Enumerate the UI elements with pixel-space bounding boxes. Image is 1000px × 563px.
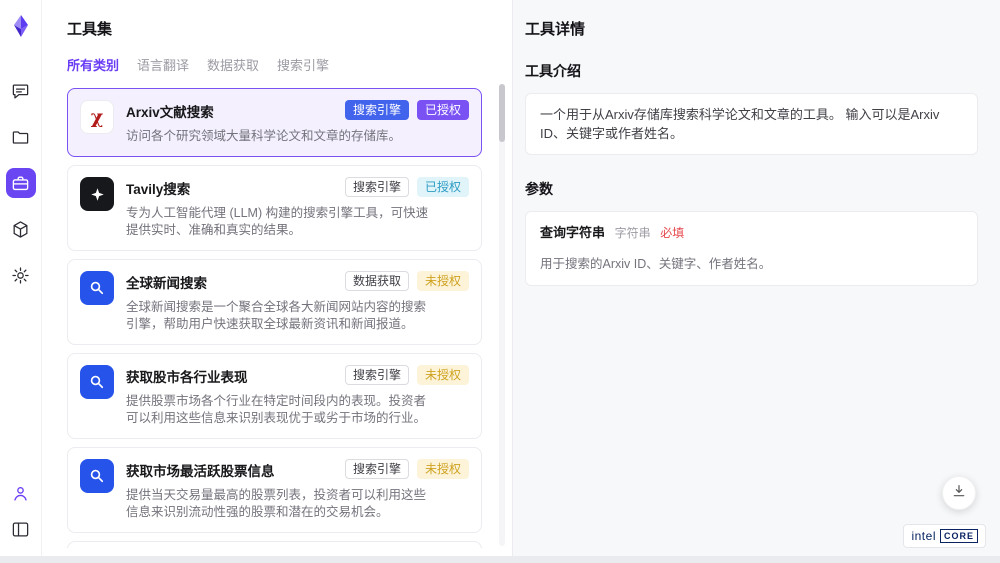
sidebar-item-chat[interactable] xyxy=(6,76,36,106)
arxiv-icon: χ xyxy=(80,100,114,134)
category-badge: 搜索引擎 xyxy=(345,177,409,197)
tool-card[interactable]: Tavily搜索 专为人工智能代理 (LLM) 构建的搜索引擎工具，可快速提供实… xyxy=(67,165,482,251)
category-badge: 搜索引擎 xyxy=(345,459,409,479)
sidebar-item-tools[interactable] xyxy=(6,168,36,198)
sidebar-item-settings[interactable] xyxy=(6,260,36,290)
tool-card-description: 提供当天交易量最高的股票列表，投资者可以利用这些信息来识别流动性强的股票和潜在的… xyxy=(126,487,438,521)
tab-数据获取[interactable]: 数据获取 xyxy=(207,55,259,74)
sidebar-item-collapse[interactable] xyxy=(6,514,36,544)
briefcase-icon xyxy=(11,174,30,193)
tool-card-list: χ Arxiv文献搜索 访问各个研究领域大量科学论文和文章的存储库。 搜索引擎 … xyxy=(67,88,512,548)
download-icon xyxy=(951,483,967,504)
tool-card[interactable]: 全球新闻搜索 全球新闻搜索是一个聚合全球各大新闻网站内容的搜索引擎，帮助用户快速… xyxy=(67,259,482,345)
tab-所有类别[interactable]: 所有类别 xyxy=(67,55,119,74)
params-heading: 参数 xyxy=(525,179,978,199)
auth-status-badge: 已授权 xyxy=(417,100,469,120)
parameter-header: 查询字符串 字符串 必填 xyxy=(540,223,963,243)
tab-语言翻译[interactable]: 语言翻译 xyxy=(137,55,189,74)
window-bottom-edge xyxy=(0,556,1000,563)
sidebar-item-account[interactable] xyxy=(6,478,36,508)
tool-list-panel: 工具集 所有类别语言翻译数据获取搜索引擎 χ Arxiv文献搜索 访问各个研究领… xyxy=(42,0,512,556)
sidebar-item-files[interactable] xyxy=(6,122,36,152)
auth-status-badge: 已授权 xyxy=(417,177,469,197)
parameter-name: 查询字符串 xyxy=(540,225,605,240)
intel-core-logo: intel CORE xyxy=(903,524,986,548)
tab-搜索引擎[interactable]: 搜索引擎 xyxy=(277,55,329,74)
parameter-type: 字符串 xyxy=(615,226,651,240)
category-badge: 数据获取 xyxy=(345,271,409,291)
cube-icon xyxy=(11,220,30,239)
parameter-required-badge: 必填 xyxy=(660,226,684,240)
tool-card[interactable]: 获取股市各行业表现 提供股票市场各个行业在特定时间段内的表现。投资者可以利用这些… xyxy=(67,353,482,439)
detail-title: 工具详情 xyxy=(525,18,978,39)
tool-detail-panel: 工具详情 工具介绍 一个用于从Arxiv存储库搜索科学论文和文章的工具。 输入可… xyxy=(512,0,1000,556)
tool-card[interactable]: 获取市场最活跃股票信息 提供当天交易量最高的股票列表，投资者可以利用这些信息来识… xyxy=(67,447,482,533)
sidebar-item-plugins[interactable] xyxy=(6,214,36,244)
intro-text: 一个用于从Arxiv存储库搜索科学论文和文章的工具。 输入可以是Arxiv ID… xyxy=(540,107,939,141)
auth-status-badge: 未授权 xyxy=(417,271,469,291)
search-icon xyxy=(80,459,114,493)
tool-card[interactable]: 万维地区新闻查询 查询具体行政区划内的新闻，快速了解各地新闻动态。 搜索引擎 未… xyxy=(67,541,482,548)
tool-card[interactable]: χ Arxiv文献搜索 访问各个研究领域大量科学论文和文章的存储库。 搜索引擎 … xyxy=(67,88,482,157)
tool-card-description: 全球新闻搜索是一个聚合全球各大新闻网站内容的搜索引擎，帮助用户快速获取全球最新资… xyxy=(126,299,438,333)
intro-heading: 工具介绍 xyxy=(525,61,978,81)
tavily-icon xyxy=(80,177,114,211)
search-icon xyxy=(80,271,114,305)
tool-card-description: 提供股票市场各个行业在特定时间段内的表现。投资者可以利用这些信息来识别表现优于或… xyxy=(126,393,438,427)
chat-icon xyxy=(11,82,30,101)
category-badge: 搜索引擎 xyxy=(345,100,409,120)
download-button[interactable] xyxy=(942,476,976,510)
folder-icon xyxy=(11,128,30,147)
list-scrollbar xyxy=(499,84,505,546)
page-title: 工具集 xyxy=(67,18,512,39)
icon-rail xyxy=(0,0,42,556)
intro-box: 一个用于从Arxiv存储库搜索科学论文和文章的工具。 输入可以是Arxiv ID… xyxy=(525,93,978,155)
category-tabs: 所有类别语言翻译数据获取搜索引擎 xyxy=(67,55,512,74)
app-window: 工具集 所有类别语言翻译数据获取搜索引擎 χ Arxiv文献搜索 访问各个研究领… xyxy=(0,0,1000,556)
parameter-description: 用于搜索的Arxiv ID、关键字、作者姓名。 xyxy=(540,255,963,274)
list-scrollbar-thumb[interactable] xyxy=(499,84,505,142)
tool-card-description: 专为人工智能代理 (LLM) 构建的搜索引擎工具，可快速提供实时、准确和真实的结… xyxy=(126,205,438,239)
search-icon xyxy=(80,365,114,399)
auth-status-badge: 未授权 xyxy=(417,459,469,479)
category-badge: 搜索引擎 xyxy=(345,365,409,385)
parameter-box: 查询字符串 字符串 必填 用于搜索的Arxiv ID、关键字、作者姓名。 xyxy=(525,211,978,286)
tool-card-description: 访问各个研究领域大量科学论文和文章的存储库。 xyxy=(126,128,438,145)
auth-status-badge: 未授权 xyxy=(417,365,469,385)
panel-layout-icon xyxy=(11,520,30,539)
gear-icon xyxy=(11,266,30,285)
user-icon xyxy=(11,484,30,503)
app-logo-icon xyxy=(9,14,33,38)
